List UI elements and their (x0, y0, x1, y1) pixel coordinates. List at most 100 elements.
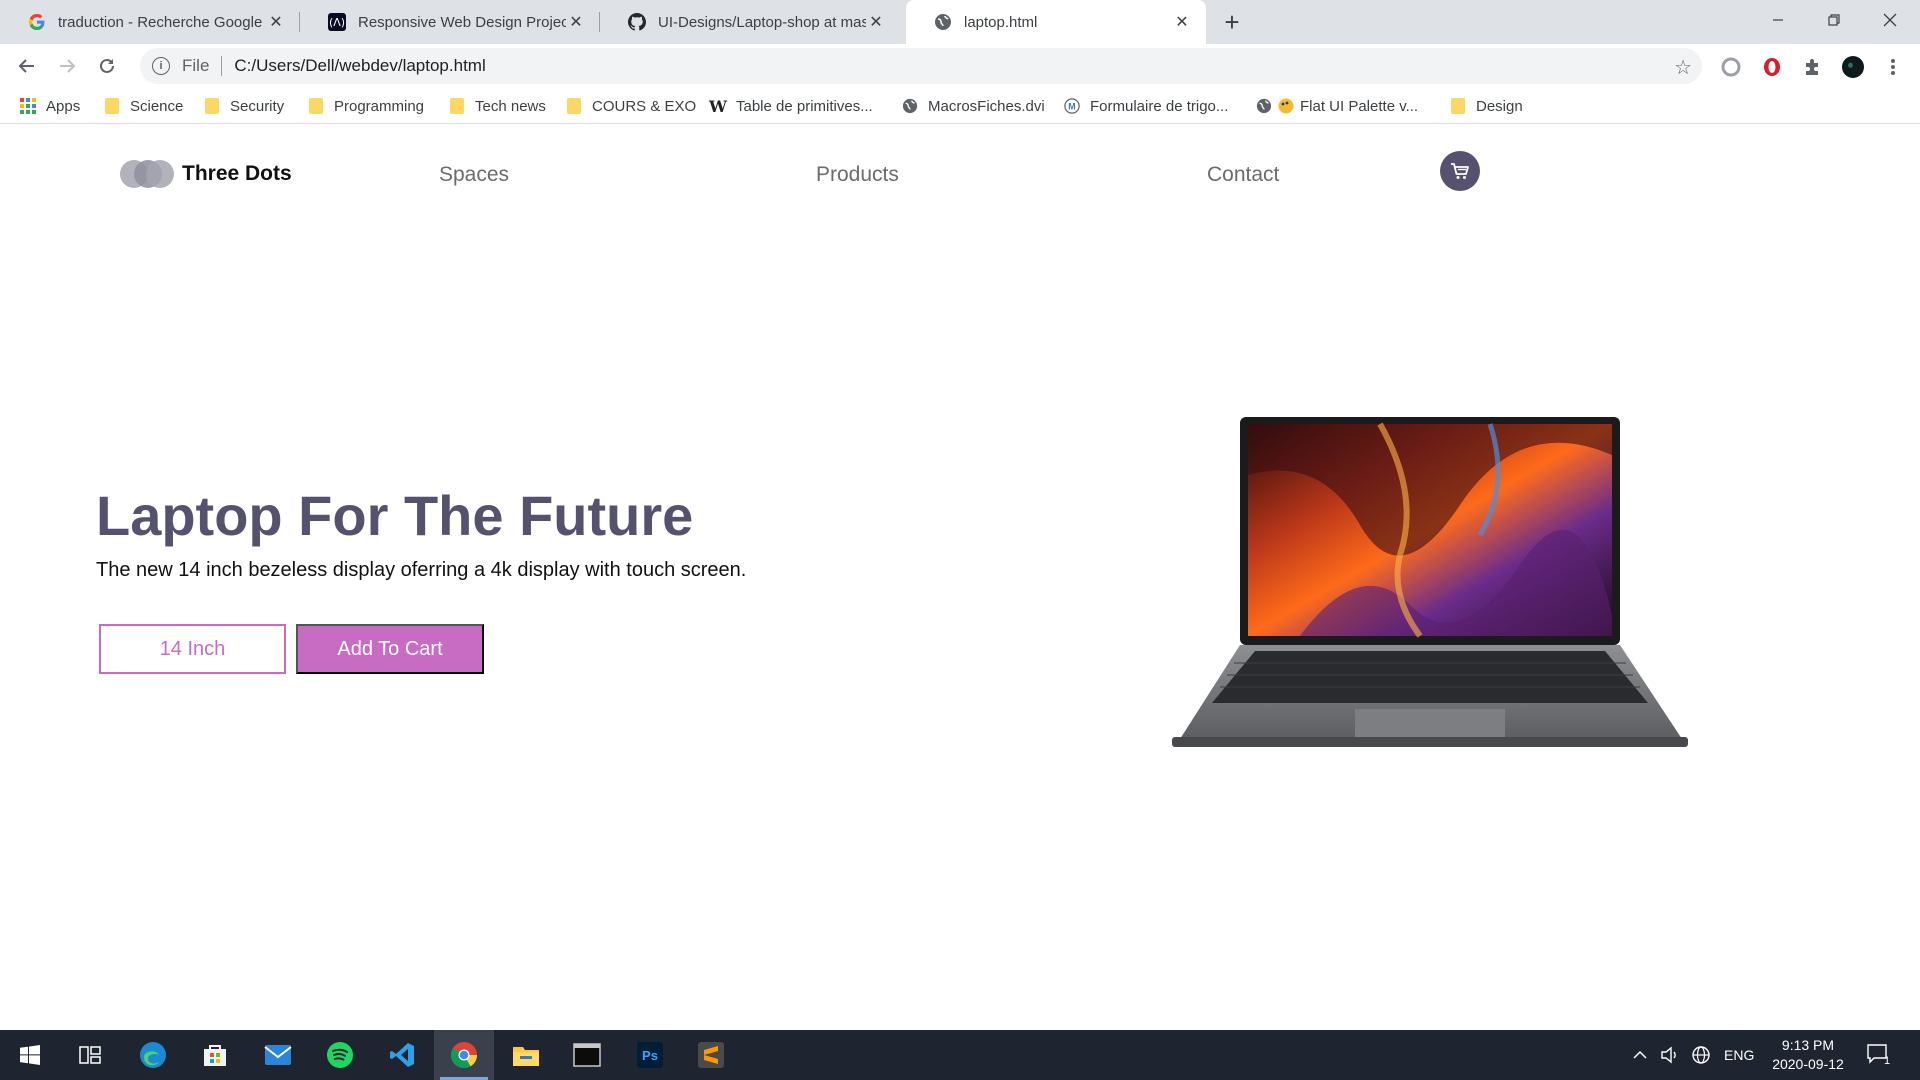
bookmark-security[interactable]: Security (204, 94, 284, 118)
forward-button[interactable] (53, 52, 81, 80)
restore-window-button[interactable] (1806, 0, 1862, 40)
cart-button[interactable] (1440, 151, 1480, 191)
close-tab-icon[interactable]: ✕ (1172, 12, 1192, 32)
bookmark-label: Science (130, 97, 184, 115)
svg-text:Ps: Ps (642, 1048, 658, 1063)
nav-contact[interactable]: Contact (1207, 163, 1279, 187)
bookmark-label: Tech news (475, 97, 546, 115)
reload-icon (100, 58, 114, 73)
back-button[interactable] (13, 52, 41, 80)
new-tab-button[interactable]: + (1218, 7, 1246, 37)
bookmark-apps[interactable]: Apps (20, 94, 80, 118)
browser-menu-icon[interactable] (1882, 56, 1904, 78)
close-tab-icon[interactable]: ✕ (866, 12, 886, 32)
svg-text:(ᐱ): (ᐱ) (329, 16, 345, 29)
folder-icon (1450, 98, 1466, 114)
browser-toolbar: i File C:/Users/Dell/webdev/laptop.html … (0, 44, 1920, 88)
nav-products[interactable]: Products (816, 163, 899, 187)
bookmark-label: COURS & EXO (592, 97, 697, 115)
store-icon[interactable] (185, 1030, 245, 1080)
tab-google-search[interactable]: traduction - Recherche Google ✕ (0, 0, 300, 44)
input-language[interactable]: ENG (1724, 1030, 1754, 1080)
bookmark-table-de-primitives[interactable]: W Table de primitives... (709, 94, 873, 118)
globe-icon (1256, 98, 1272, 114)
tab-title: laptop.html (964, 13, 1038, 31)
nav-spaces[interactable]: Spaces (439, 163, 509, 187)
photoshop-icon[interactable]: Ps (620, 1030, 680, 1080)
close-tab-icon[interactable]: ✕ (566, 12, 586, 32)
bookmark-flat-ui-palette[interactable]: Flat UI Palette v... (1256, 94, 1418, 118)
volume-icon[interactable] (1660, 1030, 1680, 1080)
notification-center-icon[interactable]: 1 (1866, 1030, 1890, 1080)
tab-title: UI-Designs/Laptop-shop at mast (658, 13, 866, 31)
bookmark-science[interactable]: Science (104, 94, 183, 118)
globe-icon (902, 98, 918, 114)
mail-icon[interactable] (248, 1030, 308, 1080)
tab-freecodecamp[interactable]: (ᐱ) Responsive Web Design Projects ✕ (300, 0, 600, 44)
close-tab-icon[interactable]: ✕ (266, 12, 286, 32)
m-site-icon: M (1064, 98, 1080, 114)
bookmark-cours-exo[interactable]: COURS & EXO (566, 94, 696, 118)
reload-button[interactable] (93, 52, 121, 80)
globe-icon (934, 13, 952, 31)
site-info-icon[interactable]: i (152, 57, 170, 75)
apps-grid-icon (20, 98, 36, 114)
bookmarks-bar: Apps Science Security Programming Tech n… (0, 88, 1920, 124)
file-explorer-icon[interactable] (496, 1030, 556, 1080)
tab-laptop-html[interactable]: laptop.html ✕ (906, 0, 1206, 44)
vscode-icon[interactable] (372, 1030, 432, 1080)
bookmark-design[interactable]: Design (1450, 94, 1523, 118)
spotify-icon[interactable] (310, 1030, 370, 1080)
network-globe-icon[interactable] (1691, 1030, 1711, 1080)
bookmark-label: Design (1476, 97, 1523, 115)
clock-date: 2020-09-12 (1772, 1056, 1844, 1072)
wikipedia-icon: W (709, 96, 727, 116)
tray-overflow-chevron-icon[interactable] (1632, 1030, 1648, 1080)
clock-time: 9:13 PM (1781, 1037, 1835, 1053)
folder-icon (566, 98, 582, 114)
close-icon (1883, 13, 1897, 27)
bookmark-formulaire-trigo[interactable]: M Formulaire de trigo... (1064, 94, 1228, 118)
folder-icon (449, 98, 465, 114)
sublime-icon[interactable] (681, 1030, 741, 1080)
restore-icon (1828, 14, 1840, 26)
shopping-cart-icon (1451, 163, 1469, 179)
extensions-puzzle-icon[interactable] (1801, 56, 1823, 78)
tab-github[interactable]: UI-Designs/Laptop-shop at mast ✕ (600, 0, 900, 44)
add-to-cart-button[interactable]: Add To Cart (296, 624, 484, 674)
address-scheme: File (182, 56, 210, 75)
bookmark-label: Programming (334, 97, 425, 115)
tab-title: traduction - Recherche Google (58, 13, 263, 31)
bookmark-tech-news[interactable]: Tech news (449, 94, 546, 118)
windows-start-icon[interactable] (0, 1030, 60, 1080)
chrome-icon[interactable] (434, 1030, 494, 1080)
edge-icon[interactable] (123, 1030, 183, 1080)
terminal-icon[interactable] (557, 1030, 617, 1080)
site-logo[interactable]: Three Dots (120, 160, 292, 188)
tab-title: Responsive Web Design Projects (358, 13, 566, 31)
bookmark-star-icon[interactable]: ☆ (1674, 55, 1692, 80)
github-icon (628, 13, 646, 31)
google-icon (28, 13, 46, 31)
palette-icon (1278, 98, 1294, 114)
close-window-button[interactable] (1862, 0, 1918, 40)
profile-avatar[interactable] (1842, 56, 1864, 78)
three-dots-logo-icon (120, 160, 176, 188)
minimize-window-button[interactable] (1750, 0, 1806, 40)
folder-icon (104, 98, 120, 114)
size-14-inch-button[interactable]: 14 Inch (99, 624, 286, 674)
bookmark-label: Table de primitives... (736, 97, 873, 115)
bookmark-programming[interactable]: Programming (308, 94, 424, 118)
windows-taskbar: Ps ENG 9:13 PM 2020-09-12 1 (0, 1030, 1920, 1080)
logo-text: Three Dots (182, 162, 292, 185)
task-view-icon[interactable] (60, 1030, 120, 1080)
folder-icon (204, 98, 220, 114)
laptop-product-image (1160, 415, 1700, 755)
system-clock[interactable]: 9:13 PM 2020-09-12 (1760, 1036, 1856, 1074)
extension-circle-icon[interactable] (1720, 56, 1742, 78)
address-bar[interactable]: i File C:/Users/Dell/webdev/laptop.html … (140, 48, 1702, 84)
bookmark-macrosfiches[interactable]: MacrosFiches.dvi (902, 94, 1045, 118)
opera-extension-icon[interactable] (1761, 56, 1783, 78)
address-url[interactable]: C:/Users/Dell/webdev/laptop.html (234, 56, 485, 76)
folder-icon (308, 98, 324, 114)
